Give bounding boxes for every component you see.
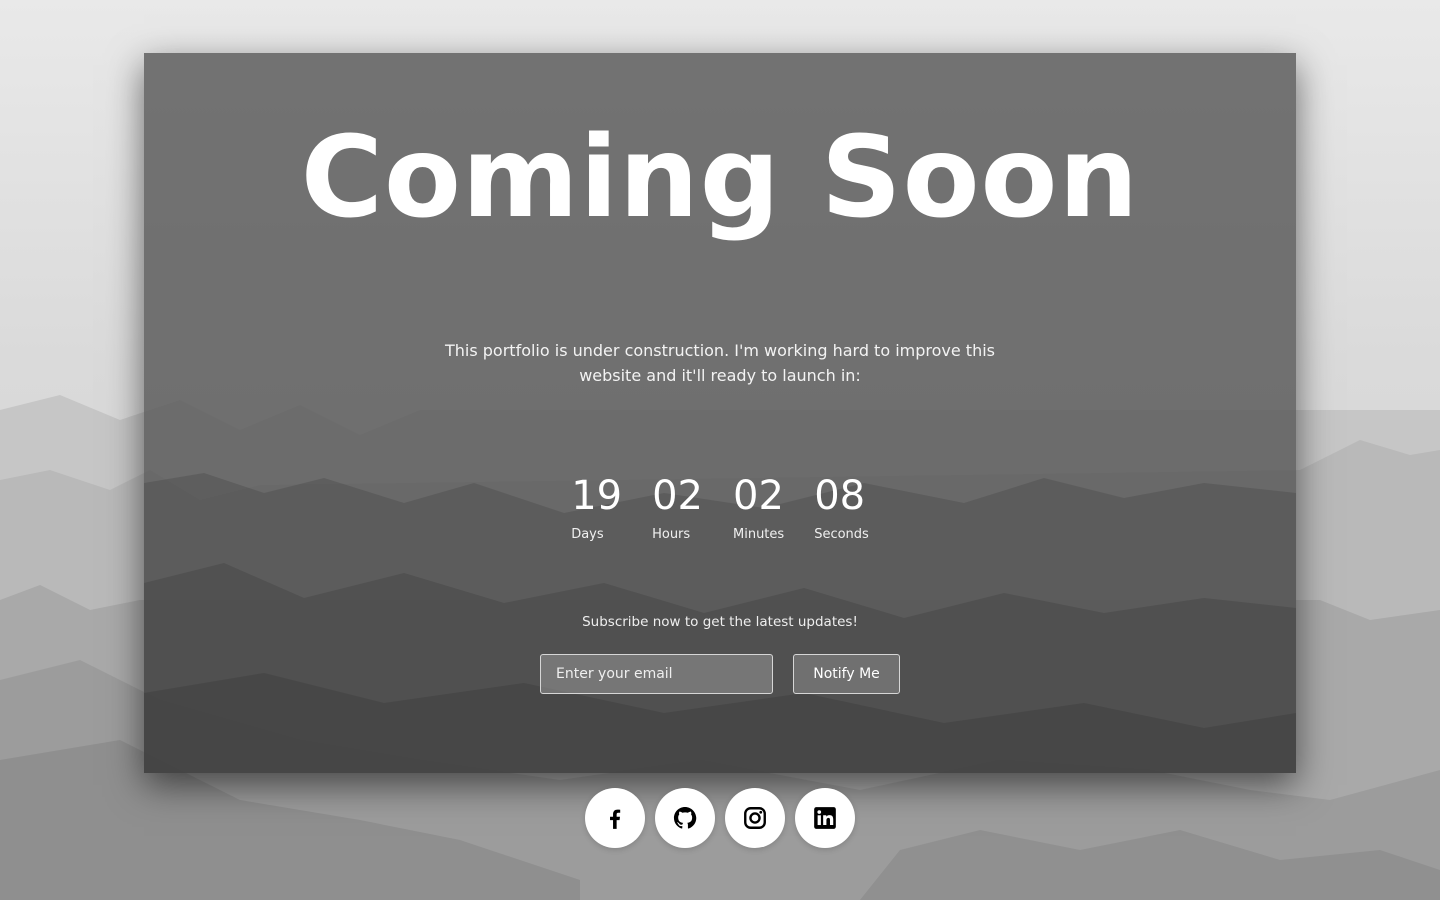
- countdown-minutes-value: 02: [733, 473, 784, 519]
- countdown-minutes-label: Minutes: [733, 527, 785, 542]
- countdown-minutes: 02 Minutes: [733, 473, 784, 542]
- linkedin-link[interactable]: [795, 788, 855, 848]
- facebook-icon: [610, 809, 621, 829]
- email-field[interactable]: [540, 654, 773, 694]
- page-description: This portfolio is under construction. I'…: [444, 341, 995, 385]
- coming-soon-card: Coming Soon This portfolio is under cons…: [144, 53, 1296, 773]
- countdown-seconds: 08 Seconds: [814, 473, 869, 542]
- instagram-link[interactable]: [725, 788, 785, 848]
- page-title: Coming Soon: [300, 113, 1140, 243]
- subscribe-form: Notify Me: [144, 654, 1296, 694]
- github-icon: [673, 806, 697, 829]
- countdown-seconds-value: 08: [814, 473, 866, 519]
- countdown: 19 Days 02 Hours 02 Minutes 08 Seconds: [144, 473, 1296, 542]
- facebook-link[interactable]: [585, 788, 645, 848]
- notify-me-button[interactable]: Notify Me: [793, 654, 900, 694]
- countdown-days-value: 19: [571, 473, 623, 519]
- countdown-days: 19 Days: [571, 473, 622, 542]
- countdown-hours: 02 Hours: [652, 473, 703, 542]
- subscribe-text: Subscribe now to get the latest updates!: [582, 614, 858, 630]
- countdown-hours-value: 02: [652, 473, 703, 519]
- github-link[interactable]: [655, 788, 715, 848]
- countdown-days-label: Days: [571, 527, 604, 542]
- countdown-hours-label: Hours: [652, 527, 691, 542]
- social-links: [585, 788, 855, 848]
- countdown-seconds-label: Seconds: [814, 527, 869, 542]
- instagram-icon: [744, 807, 766, 829]
- linkedin-icon: [814, 807, 836, 829]
